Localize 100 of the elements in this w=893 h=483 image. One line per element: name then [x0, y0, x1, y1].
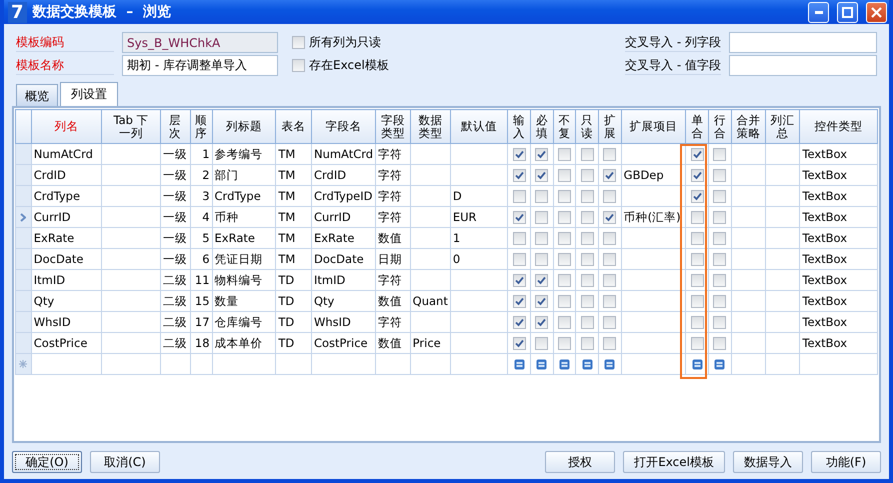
- checkbox[interactable]: [713, 336, 726, 350]
- action-button[interactable]: 打开Excel模板: [623, 451, 725, 473]
- name-field[interactable]: 期初 - 库存调整单导入: [122, 55, 278, 76]
- checkbox[interactable]: [512, 294, 526, 308]
- checkbox[interactable]: [558, 316, 572, 328]
- checkbox[interactable]: [535, 190, 548, 202]
- action-button[interactable]: 确定(O): [12, 451, 82, 473]
- action-button[interactable]: 授权: [545, 451, 616, 473]
- checkbox[interactable]: [512, 336, 526, 350]
- new-value-icon[interactable]: [604, 358, 616, 370]
- checkbox[interactable]: [558, 148, 572, 160]
- close-button[interactable]: [866, 2, 887, 22]
- action-button[interactable]: 功能(F): [811, 451, 881, 473]
- row-header[interactable]: [16, 228, 32, 248]
- new-value-icon[interactable]: [582, 358, 593, 370]
- checkbox[interactable]: [690, 190, 704, 202]
- checkbox[interactable]: [713, 294, 726, 308]
- checkbox[interactable]: [580, 336, 594, 350]
- checkbox[interactable]: [558, 190, 572, 202]
- checkbox[interactable]: [558, 294, 572, 308]
- checkbox[interactable]: [713, 316, 726, 328]
- checkbox[interactable]: [512, 168, 526, 182]
- checkbox[interactable]: [713, 232, 726, 244]
- checkbox[interactable]: [535, 274, 548, 286]
- new-value-icon[interactable]: [559, 358, 570, 370]
- checkbox[interactable]: [603, 168, 616, 182]
- checkbox[interactable]: [558, 336, 572, 350]
- checkbox[interactable]: [713, 274, 726, 286]
- checkbox[interactable]: [603, 148, 616, 160]
- minimize-button[interactable]: [808, 2, 829, 22]
- checkbox[interactable]: [690, 336, 704, 350]
- checkbox[interactable]: [690, 294, 704, 308]
- checkbox[interactable]: [690, 252, 704, 266]
- new-value-icon[interactable]: [714, 358, 726, 370]
- row-header[interactable]: [16, 186, 32, 206]
- checkbox[interactable]: [603, 190, 616, 202]
- checkbox[interactable]: [558, 252, 572, 266]
- checkbox[interactable]: [512, 190, 526, 202]
- checkbox[interactable]: [535, 252, 548, 266]
- checkbox[interactable]: [535, 294, 548, 308]
- row-header[interactable]: [16, 164, 32, 186]
- checkbox[interactable]: [292, 36, 305, 49]
- checkbox[interactable]: [690, 168, 704, 182]
- checkbox[interactable]: [512, 274, 526, 286]
- checkbox[interactable]: [580, 232, 594, 244]
- checkbox[interactable]: [713, 190, 726, 202]
- checkbox[interactable]: [690, 316, 704, 328]
- checkbox[interactable]: [580, 316, 594, 328]
- row-header[interactable]: [16, 290, 32, 312]
- checkbox[interactable]: [535, 232, 548, 244]
- new-value-icon[interactable]: [692, 358, 703, 370]
- checkbox[interactable]: [512, 148, 526, 160]
- checkbox[interactable]: [558, 168, 572, 182]
- checkbox[interactable]: [580, 168, 594, 182]
- action-button[interactable]: 取消(C): [90, 451, 160, 473]
- new-value-icon[interactable]: [536, 358, 548, 370]
- checkbox[interactable]: [713, 168, 726, 182]
- tab[interactable]: 列设置: [60, 82, 118, 106]
- checkbox[interactable]: [690, 274, 704, 286]
- checkbox[interactable]: [535, 168, 548, 182]
- checkbox[interactable]: [690, 210, 704, 224]
- checkbox[interactable]: [535, 336, 548, 350]
- checkbox[interactable]: [690, 148, 704, 160]
- checkbox[interactable]: [603, 274, 616, 286]
- maximize-button[interactable]: [837, 2, 858, 22]
- checkbox[interactable]: [713, 252, 726, 266]
- checkbox[interactable]: [580, 274, 594, 286]
- row-header[interactable]: [16, 312, 32, 332]
- checkbox[interactable]: [603, 316, 616, 328]
- input-field[interactable]: [729, 55, 877, 76]
- checkbox[interactable]: [512, 316, 526, 328]
- checkbox[interactable]: [292, 59, 305, 72]
- checkbox[interactable]: [580, 294, 594, 308]
- row-header[interactable]: [16, 206, 32, 228]
- checkbox[interactable]: [690, 232, 704, 244]
- checkbox[interactable]: [535, 148, 548, 160]
- new-value-icon[interactable]: [514, 358, 525, 370]
- checkbox[interactable]: [512, 232, 526, 244]
- checkbox[interactable]: [603, 336, 616, 350]
- checkbox[interactable]: [580, 148, 594, 160]
- checkbox[interactable]: [558, 210, 572, 224]
- code-field[interactable]: Sys_B_WHChkA: [122, 32, 278, 53]
- row-header[interactable]: [16, 248, 32, 270]
- checkbox[interactable]: [580, 252, 594, 266]
- row-header[interactable]: [16, 332, 32, 354]
- checkbox[interactable]: [603, 210, 616, 224]
- row-header[interactable]: [16, 270, 32, 290]
- row-header[interactable]: [16, 144, 32, 164]
- checkbox[interactable]: [512, 210, 526, 224]
- action-button[interactable]: 数据导入: [733, 451, 803, 473]
- checkbox[interactable]: [535, 316, 548, 328]
- checkbox[interactable]: [713, 210, 726, 224]
- checkbox[interactable]: [603, 232, 616, 244]
- checkbox[interactable]: [512, 252, 526, 266]
- checkbox[interactable]: [603, 294, 616, 308]
- checkbox[interactable]: [580, 190, 594, 202]
- checkbox[interactable]: [535, 210, 548, 224]
- input-field[interactable]: [729, 32, 877, 53]
- checkbox[interactable]: [603, 252, 616, 266]
- checkbox[interactable]: [558, 274, 572, 286]
